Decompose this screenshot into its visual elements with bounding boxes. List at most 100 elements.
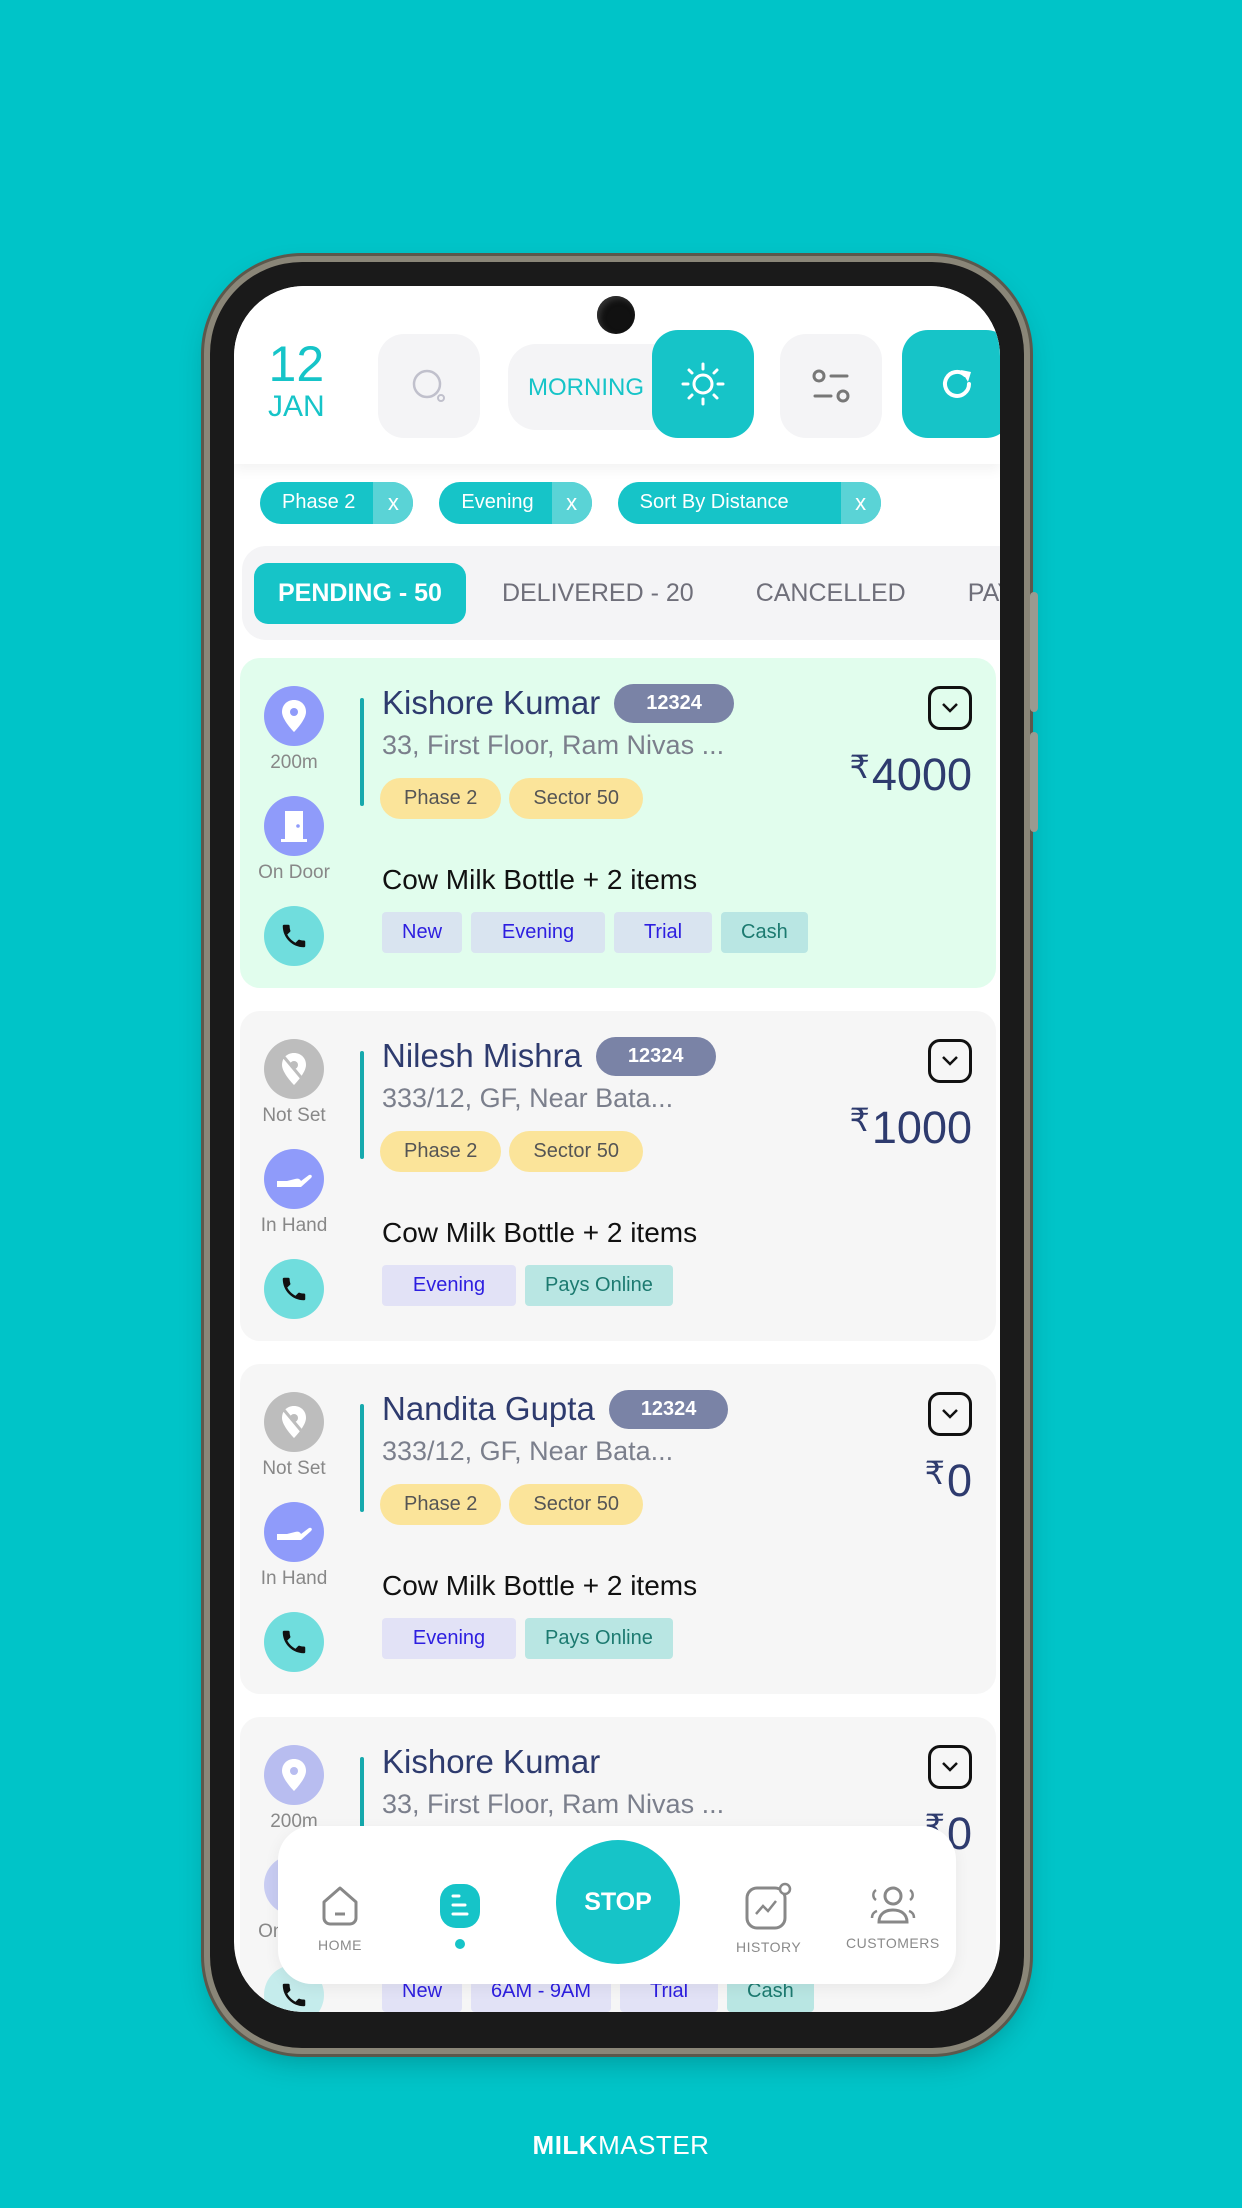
customer-name-text: Kishore Kumar	[382, 1743, 601, 1780]
card-actions: Not Set In Hand	[254, 1392, 334, 1672]
delivery-mode-label: In Hand	[260, 1215, 328, 1236]
expand-button[interactable]	[928, 686, 972, 730]
phone-icon	[282, 1630, 306, 1654]
attr-tag: Pays Online	[525, 1618, 673, 1659]
location-off-icon	[282, 1053, 306, 1085]
location-off-icon	[282, 1406, 306, 1438]
order-card[interactable]: Not Set In Hand Nandita Gupta 12324 333/1…	[240, 1364, 996, 1694]
close-icon[interactable]: x	[373, 482, 414, 524]
distance-label: Not Set	[262, 1105, 326, 1126]
delivery-mode-button[interactable]	[264, 1502, 324, 1562]
customer-name: Kishore Kumar 12324	[382, 684, 734, 723]
filter-chip-phase[interactable]: Phase 2 x	[260, 482, 414, 524]
expand-button[interactable]	[928, 1392, 972, 1436]
card-actions: 200m On Door	[254, 686, 334, 966]
tab-pending[interactable]: PENDING - 50	[254, 562, 466, 624]
attr-tag: Evening	[471, 912, 606, 953]
nav-home[interactable]: HOME	[316, 1882, 364, 1953]
customer-id-badge: 12324	[595, 1037, 716, 1076]
order-card[interactable]: Not Set In Hand Nilesh Mishra 12324 333/1…	[240, 1011, 996, 1341]
filter-chip-shift[interactable]: Evening x	[439, 482, 592, 524]
location-pin-icon	[282, 700, 306, 732]
expand-button[interactable]	[928, 1745, 972, 1789]
close-icon[interactable]: x	[551, 482, 592, 524]
location-pin-icon	[282, 1759, 306, 1791]
customer-name: Kishore Kumar	[382, 1743, 600, 1781]
hand-icon	[277, 1527, 312, 1540]
tab-cancelled[interactable]: CANCELLED	[756, 579, 906, 608]
attr-tag: Evening	[382, 1618, 516, 1659]
search-icon	[412, 369, 445, 402]
active-indicator	[455, 1939, 465, 1949]
filter-sliders-icon	[812, 369, 850, 403]
card-divider	[360, 1404, 364, 1512]
shift-toggle-button[interactable]	[652, 330, 754, 438]
area-tags: Phase 2 Sector 50	[380, 1484, 643, 1525]
volume-button	[1030, 592, 1038, 712]
nav-orders[interactable]	[438, 1882, 482, 1949]
date-display: 12 JAN	[268, 338, 325, 424]
phone-icon	[282, 924, 306, 948]
nav-history-label: HISTORY	[736, 1939, 802, 1955]
chevron-down-icon	[942, 1409, 958, 1419]
call-button[interactable]	[264, 906, 324, 966]
order-items: Cow Milk Bottle + 2 items	[382, 1570, 698, 1601]
bottom-navigation: HOME STOP HISTORY CUSTOMERS	[278, 1826, 956, 1984]
call-button[interactable]	[264, 1259, 324, 1319]
close-icon[interactable]: x	[840, 482, 881, 524]
door-icon	[281, 811, 307, 842]
order-amount: ₹0	[925, 1454, 972, 1507]
filter-chip-label: Evening	[461, 491, 534, 513]
filter-chip-label: Phase 2	[282, 491, 356, 513]
area-tag: Phase 2	[380, 1484, 502, 1525]
app-screen: 12 JAN MORNING Phase 2 x Evening x Sort …	[234, 286, 1000, 2012]
filter-chip-sort[interactable]: Sort By Distance x	[617, 482, 881, 524]
call-button[interactable]	[264, 1612, 324, 1672]
delivery-mode-label: In Hand	[260, 1568, 328, 1589]
order-amount: ₹1000	[850, 1101, 972, 1154]
customer-id-badge: 12324	[608, 1390, 729, 1429]
location-button[interactable]	[264, 1392, 324, 1452]
location-button[interactable]	[264, 1039, 324, 1099]
refresh-button[interactable]	[902, 330, 1000, 438]
tab-payment[interactable]: PAY	[968, 579, 1000, 608]
currency-symbol: ₹	[924, 1455, 945, 1491]
attr-tag: Evening	[382, 1265, 516, 1306]
chevron-down-icon	[942, 1762, 958, 1772]
delivery-mode-label: On Door	[258, 862, 330, 883]
home-icon	[322, 1886, 358, 1926]
amount-value: 0	[946, 1455, 972, 1506]
date-month: JAN	[268, 390, 325, 423]
brand-logo: MILKMASTER	[0, 2130, 1242, 2161]
date-day: 12	[268, 336, 325, 392]
stop-button[interactable]: STOP	[556, 1840, 680, 1964]
delivery-mode-button[interactable]	[264, 1149, 324, 1209]
customer-name: Nilesh Mishra 12324	[382, 1037, 716, 1076]
order-card[interactable]: 200m On Door Kishore Kumar 12324 33, Firs…	[240, 658, 996, 988]
card-actions: Not Set In Hand	[254, 1039, 334, 1319]
filter-chip-label: Sort By Distance	[639, 491, 789, 513]
distance-label: 200m	[270, 752, 318, 773]
tab-delivered[interactable]: DELIVERED - 20	[502, 579, 694, 608]
customer-name-text: Kishore Kumar	[382, 684, 601, 721]
amount-value: 4000	[871, 749, 972, 800]
order-items: Cow Milk Bottle + 2 items	[382, 864, 698, 895]
phone-frame: 12 JAN MORNING Phase 2 x Evening x Sort …	[210, 262, 1038, 2048]
chevron-down-icon	[942, 703, 958, 713]
expand-button[interactable]	[928, 1039, 972, 1083]
customer-name-text: Nandita Gupta	[382, 1390, 595, 1427]
filter-button[interactable]	[780, 334, 882, 438]
hand-icon	[277, 1174, 312, 1187]
customer-address: 333/12, GF, Near Bata...	[382, 1436, 674, 1466]
phone-icon	[282, 1277, 306, 1301]
nav-customers[interactable]: CUSTOMERS	[846, 1882, 940, 1951]
attr-tag: Cash	[721, 912, 808, 953]
location-button[interactable]	[264, 686, 324, 746]
delivery-mode-button[interactable]	[264, 796, 324, 856]
area-tag: Phase 2	[380, 778, 502, 819]
customer-address: 33, First Floor, Ram Nivas ...	[382, 1789, 725, 1819]
area-tag: Phase 2	[380, 1131, 502, 1172]
location-button[interactable]	[264, 1745, 324, 1805]
search-button[interactable]	[378, 334, 480, 438]
nav-history[interactable]: HISTORY	[736, 1882, 801, 1955]
